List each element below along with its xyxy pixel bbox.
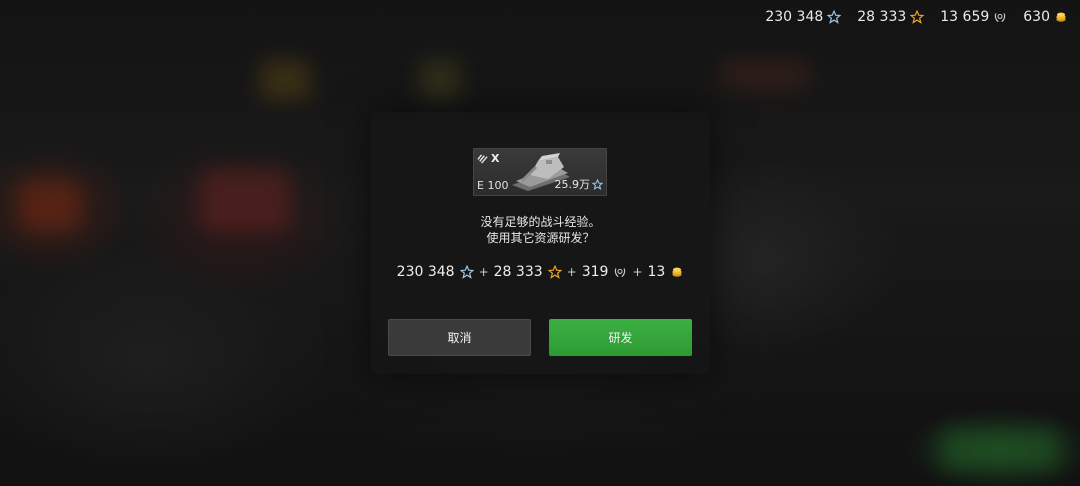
game-screen: 230 348 28 333 13 659 630 X E 100 25.9万 … — [0, 0, 1080, 486]
free-xp-star-icon — [459, 265, 474, 279]
cost-free-xp-value: 230 348 — [396, 264, 455, 280]
wreath-currency-value: 13 659 — [940, 9, 990, 25]
gold-counter: 630 — [1023, 9, 1068, 25]
plus-sign: + — [566, 265, 577, 279]
resource-bar: 230 348 28 333 13 659 630 — [765, 9, 1068, 25]
research-button-label: 研发 — [608, 331, 633, 345]
cancel-button[interactable]: 取消 — [388, 319, 531, 356]
message-line-2: 使用其它资源研发？ — [486, 231, 595, 245]
vehicle-name: E 100 — [477, 179, 509, 192]
message-line-1: 没有足够的战斗经验。 — [480, 215, 601, 229]
vehicle-card: X E 100 25.9万 — [473, 148, 607, 196]
gold-coins-icon — [672, 267, 682, 277]
vehicle-tier-label: X — [491, 152, 500, 165]
wreath-icon — [615, 268, 626, 278]
vehicle-tier: X — [477, 152, 499, 165]
cost-vehicle-xp-value: 28 333 — [493, 264, 543, 280]
research-button[interactable]: 研发 — [549, 319, 692, 356]
vehicle-xp-cost: 25.9万 — [554, 176, 603, 192]
heavy-tank-class-icon — [477, 154, 488, 164]
cost-wreath-value: 319 — [581, 264, 609, 280]
wreath-icon — [995, 13, 1006, 23]
vehicle-xp-value: 28 333 — [857, 9, 907, 25]
dialog-message: 没有足够的战斗经验。 使用其它资源研发？ — [371, 214, 710, 246]
resource-cost-breakdown: 230 348 + 28 333 + 319 + 13 — [371, 264, 710, 280]
gold-value: 630 — [1023, 9, 1050, 25]
cost-gold-value: 13 — [647, 264, 666, 280]
free-xp-counter: 230 348 — [765, 9, 842, 25]
free-xp-value: 230 348 — [765, 9, 824, 25]
cancel-button-label: 取消 — [447, 331, 472, 345]
vehicle-xp-star-icon — [910, 10, 925, 24]
plus-sign: + — [478, 265, 489, 279]
vehicle-xp-star-icon — [547, 265, 562, 279]
research-dialog: X E 100 25.9万 没有足够的战斗经验。 使用其它资源研发？ 230 3… — [371, 112, 710, 374]
vehicle-xp-counter: 28 333 — [857, 9, 925, 25]
wreath-currency-counter: 13 659 — [940, 9, 1007, 25]
plus-sign: + — [632, 265, 643, 279]
gold-coins-icon — [1056, 12, 1066, 22]
free-xp-star-icon — [827, 10, 842, 24]
vehicle-xp-cost-value: 25.9万 — [554, 178, 591, 191]
free-xp-star-icon — [592, 178, 603, 190]
